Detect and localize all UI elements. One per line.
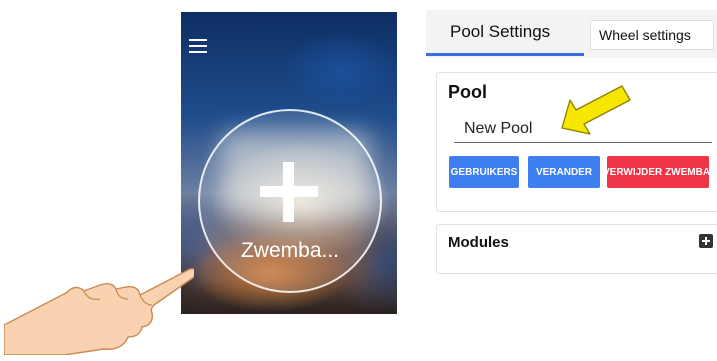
pool-overview-screen: Zwemba... xyxy=(181,12,397,314)
delete-pool-button[interactable]: VERWIJDER ZWEMBAD xyxy=(607,156,709,188)
tab-pool-settings[interactable]: Pool Settings xyxy=(450,22,550,42)
tab-bar: Pool Settings Wheel settings xyxy=(426,10,717,58)
tab-wheel-settings-label: Wheel settings xyxy=(599,27,691,43)
pool-tile-name: Zwemba... xyxy=(240,239,340,262)
pointing-hand-icon xyxy=(4,267,194,355)
plus-square-icon[interactable] xyxy=(699,234,713,248)
active-tab-indicator xyxy=(426,53,584,56)
hamburger-icon[interactable] xyxy=(189,39,207,53)
users-button[interactable]: GEBRUIKERS xyxy=(449,156,519,188)
tab-wheel-settings[interactable]: Wheel settings xyxy=(590,20,714,50)
change-button[interactable]: VERANDER xyxy=(528,156,600,188)
arrow-icon xyxy=(561,85,631,135)
add-pool-button[interactable]: Zwemba... xyxy=(198,109,382,293)
plus-icon-vertical xyxy=(283,162,294,222)
pool-heading: Pool xyxy=(448,82,487,102)
pool-settings-panel: Pool Settings Wheel settings Pool GEBRUI… xyxy=(426,10,717,280)
delete-pool-label: VERWIJDER ZWEMBAD xyxy=(607,166,709,178)
modules-label: Modules xyxy=(448,234,509,251)
